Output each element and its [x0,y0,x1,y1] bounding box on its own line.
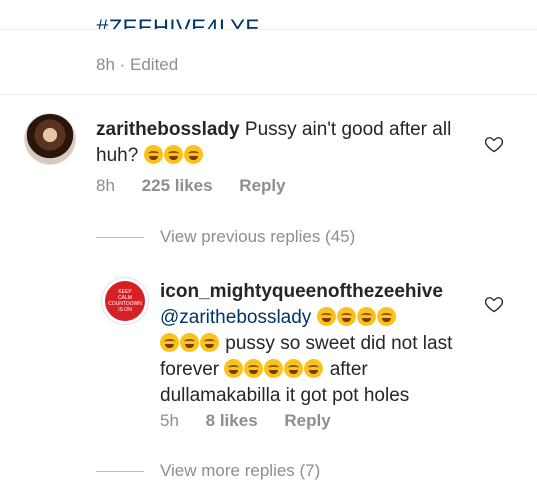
face-with-tears-of-joy-icon [264,359,284,378]
likes-count[interactable]: 225 likes [142,176,213,195]
comment-time: 8h [96,176,115,195]
divider [0,94,537,95]
caption-meta: 8h · Edited [96,55,179,74]
face-with-tears-of-joy-icon [244,359,264,378]
face-with-tears-of-joy-icon [376,307,396,326]
top-border [0,29,537,30]
view-previous-label[interactable]: View previous replies (45) [160,227,355,246]
face-with-tears-of-joy-icon [163,145,183,164]
heart-icon[interactable] [484,294,504,314]
reply-actions: 5h 8 likes Reply [160,411,353,431]
face-with-tears-of-joy-icon [284,359,304,378]
replies-line [96,237,144,239]
likes-count[interactable]: 8 likes [206,411,258,430]
face-with-tears-of-joy-icon [183,145,203,164]
reply-button[interactable]: Reply [239,176,285,195]
mention-link[interactable]: @zarithebosslady [160,307,311,328]
face-with-tears-of-joy-icon [336,307,356,326]
view-more-replies[interactable]: View more replies (7) [96,461,320,481]
face-with-tears-of-joy-icon [224,359,244,378]
avatar-image: KEEP CALM COUNTDOWN IS ON [105,281,145,321]
heart-icon[interactable] [484,134,504,154]
face-with-tears-of-joy-icon [143,145,163,164]
face-with-tears-of-joy-icon [304,359,324,378]
view-more-label[interactable]: View more replies (7) [160,461,320,480]
comment-actions: 8h 225 likes Reply [96,176,308,196]
face-with-tears-of-joy-icon [180,333,199,352]
hashtag-link[interactable]: #ZEEHIVE4LYF [96,14,259,30]
view-previous-replies[interactable]: View previous replies (45) [96,227,355,247]
caption-top: #ZEEHIVE4LYF [0,0,537,30]
face-with-tears-of-joy-icon [316,307,336,326]
comment-body: zarithebosslady Pussy ain't good after a… [96,117,476,169]
face-with-tears-of-joy-icon [160,333,179,352]
face-with-tears-of-joy-icon [356,307,376,326]
avatar[interactable]: KEEP CALM COUNTDOWN IS ON [101,277,149,325]
avatar[interactable] [24,113,76,165]
comment-username[interactable]: zarithebosslady [96,119,240,140]
reply-body: icon_mightyqueenofthezeehive @zarithebos… [160,279,480,409]
reply-button[interactable]: Reply [284,411,330,430]
replies-line [96,471,144,473]
reply-username[interactable]: icon_mightyqueenofthezeehive [160,281,443,302]
face-with-tears-of-joy-icon [200,333,219,352]
reply-time: 5h [160,411,179,430]
